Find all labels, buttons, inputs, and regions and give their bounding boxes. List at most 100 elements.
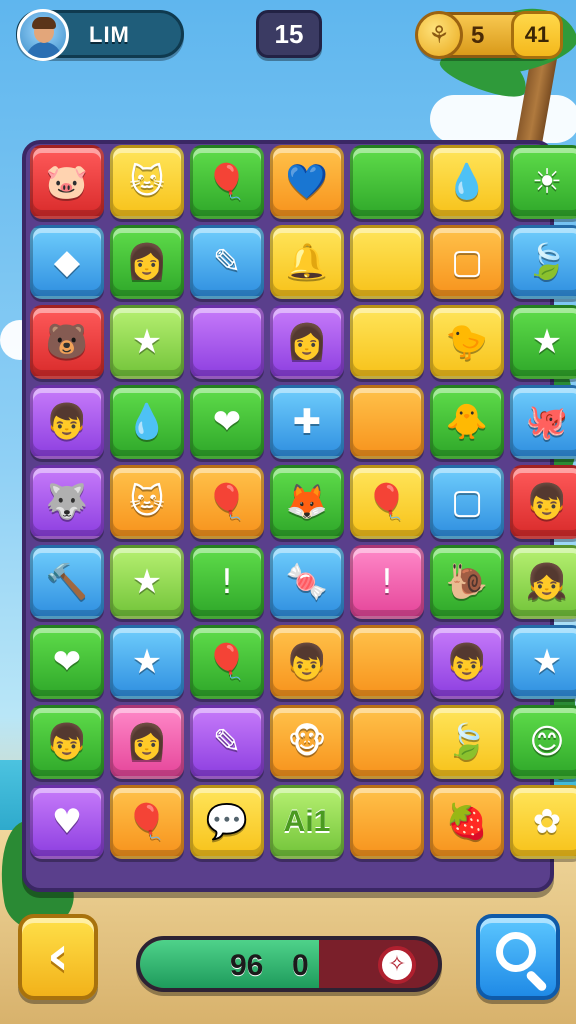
board-tile[interactable]: 🐱 <box>110 145 184 219</box>
board-tile[interactable]: ★ <box>110 625 184 699</box>
board-tile[interactable]: 🎈 <box>190 145 264 219</box>
cat-icon: 🐱 <box>129 162 165 202</box>
board-tile[interactable]: ★ <box>110 545 184 619</box>
leaf-icon: 🍃 <box>525 242 569 282</box>
search-button[interactable] <box>476 914 560 1000</box>
shield-icon: ♥ <box>51 802 83 842</box>
board-tile[interactable]: ✎ <box>190 705 264 779</box>
board-tile[interactable]: 🍬 <box>270 545 344 619</box>
board-tile[interactable]: 🐥 <box>430 385 504 459</box>
player-avatar-icon[interactable] <box>17 9 69 61</box>
board-tile[interactable]: ★ <box>110 305 184 379</box>
girl-face-icon: 👩 <box>285 322 329 362</box>
hammer-icon: 🔨 <box>45 562 89 602</box>
board-tile[interactable]: 👩 <box>110 225 184 299</box>
board-tile[interactable]: ☀ <box>510 145 576 219</box>
boy-face-icon: 👦 <box>45 722 89 762</box>
board-tile[interactable] <box>350 705 424 779</box>
board-tile[interactable]: 👦 <box>270 625 344 699</box>
board-tile[interactable]: 🎈 <box>190 625 264 699</box>
board-tile[interactable]: 🎈 <box>350 465 424 539</box>
board-tile[interactable]: 🎈 <box>110 785 184 859</box>
board-tile[interactable]: 🍓 <box>430 785 504 859</box>
board-tile[interactable]: 😊 <box>510 705 576 779</box>
board-tile[interactable]: 🐌 <box>430 545 504 619</box>
board-tile[interactable]: ! <box>350 545 424 619</box>
pig-icon: 🐷 <box>45 162 89 202</box>
exclamation-icon: ! <box>220 562 234 602</box>
board-tile[interactable]: 🐤 <box>430 305 504 379</box>
cat-icon: 🐱 <box>129 482 165 522</box>
fox-icon: 🦊 <box>285 482 329 522</box>
drop-icon: 💧 <box>125 402 169 442</box>
back-button[interactable]: ‹ <box>18 914 98 1000</box>
board-tile[interactable]: 🍃 <box>510 225 576 299</box>
board-tile[interactable]: ★ <box>510 625 576 699</box>
board-tile[interactable]: 🍃 <box>430 705 504 779</box>
board-tile[interactable] <box>350 305 424 379</box>
board-tile[interactable]: 💬 <box>190 785 264 859</box>
board-tile[interactable]: 🐷 <box>30 145 104 219</box>
board-tile[interactable]: ✎ <box>190 225 264 299</box>
board-tile[interactable]: 👧 <box>510 545 576 619</box>
board-tile[interactable]: ❤ <box>190 385 264 459</box>
board-tile[interactable]: 🦊 <box>270 465 344 539</box>
chick-icon: 🐤 <box>445 322 489 362</box>
board-tile[interactable]: 💧 <box>110 385 184 459</box>
board-tile[interactable]: ! <box>190 545 264 619</box>
screen-icon: ▢ <box>450 482 484 522</box>
board-tile[interactable]: 👦 <box>430 625 504 699</box>
board-tile[interactable] <box>350 225 424 299</box>
board-tile[interactable]: 🐱 <box>110 465 184 539</box>
board-tile[interactable]: 🎈 <box>190 465 264 539</box>
smiley-icon: 😊 <box>529 722 565 762</box>
board-tile[interactable]: ▢ <box>430 225 504 299</box>
board-tile[interactable]: 🐻 <box>30 305 104 379</box>
moves-badge: 41 <box>511 11 563 59</box>
board-tile[interactable]: ✿ <box>510 785 576 859</box>
board-tile[interactable]: 👩 <box>270 305 344 379</box>
board-tile[interactable]: 🐺 <box>30 465 104 539</box>
board-tile[interactable]: 🐵 <box>270 705 344 779</box>
board-tile[interactable]: 🔔 <box>270 225 344 299</box>
board-tile[interactable] <box>190 305 264 379</box>
gold-coin-icon: ⚘ <box>415 11 463 59</box>
board-tile[interactable]: 💧 <box>430 145 504 219</box>
star-icon: ★ <box>131 322 163 362</box>
coin-count: 5 <box>471 22 485 49</box>
board-tile[interactable]: 👦 <box>30 385 104 459</box>
target-icon: ✧ <box>378 946 416 984</box>
berry-icon: 🍓 <box>445 802 489 842</box>
boy-face-icon: 👦 <box>45 402 89 442</box>
magnifier-icon <box>496 932 536 972</box>
board-tile[interactable]: 👦 <box>30 705 104 779</box>
score-value: 96 <box>230 949 264 982</box>
board-tile[interactable]: ♥ <box>30 785 104 859</box>
board-tile[interactable] <box>350 145 424 219</box>
board-tile[interactable]: 🔨 <box>30 545 104 619</box>
drop-icon: 💧 <box>445 162 489 202</box>
pen-tablet-icon: ✎ <box>212 722 242 762</box>
girl-face-icon: 👩 <box>125 242 169 282</box>
balloon-icon: 🎈 <box>365 482 409 522</box>
chick-icon: 🐥 <box>445 402 489 442</box>
board-tile[interactable]: 💙 <box>270 145 344 219</box>
board-tile[interactable]: ★ <box>510 305 576 379</box>
board-tile[interactable]: ◆ <box>30 225 104 299</box>
board-tile[interactable]: Ai1 <box>270 785 344 859</box>
board-tile[interactable] <box>350 785 424 859</box>
board-tile[interactable]: ▢ <box>430 465 504 539</box>
board-tile[interactable]: 👩 <box>110 705 184 779</box>
board-tile[interactable]: ✚ <box>270 385 344 459</box>
board-tile[interactable] <box>350 385 424 459</box>
coin-counter[interactable]: ⚘ 5 41 <box>415 11 563 59</box>
girl-face-icon: 👩 <box>125 722 169 762</box>
board-tile[interactable]: 🐙 <box>510 385 576 459</box>
player-profile[interactable]: LIM <box>16 9 184 61</box>
board-tile[interactable] <box>350 625 424 699</box>
game-board: 🐷 🐱 🎈 💙 💧 ☀ ◆ 👩 ✎ 🔔 ▢ 🍃 🐻 ★ 👩 🐤 ★ 👦 💧 ❤ ✚ 🐥 🐙 🐺 🐱 🎈 🦊 🎈 ▢ 👦 🔨 ★! 🍬! 🐌 👧 ❤ ★ 🎈… <box>22 140 576 892</box>
magnifier-handle <box>524 969 549 993</box>
board-tile[interactable]: ❤ <box>30 625 104 699</box>
board-tile[interactable]: 👦 <box>510 465 576 539</box>
star-icon: ★ <box>531 642 563 682</box>
